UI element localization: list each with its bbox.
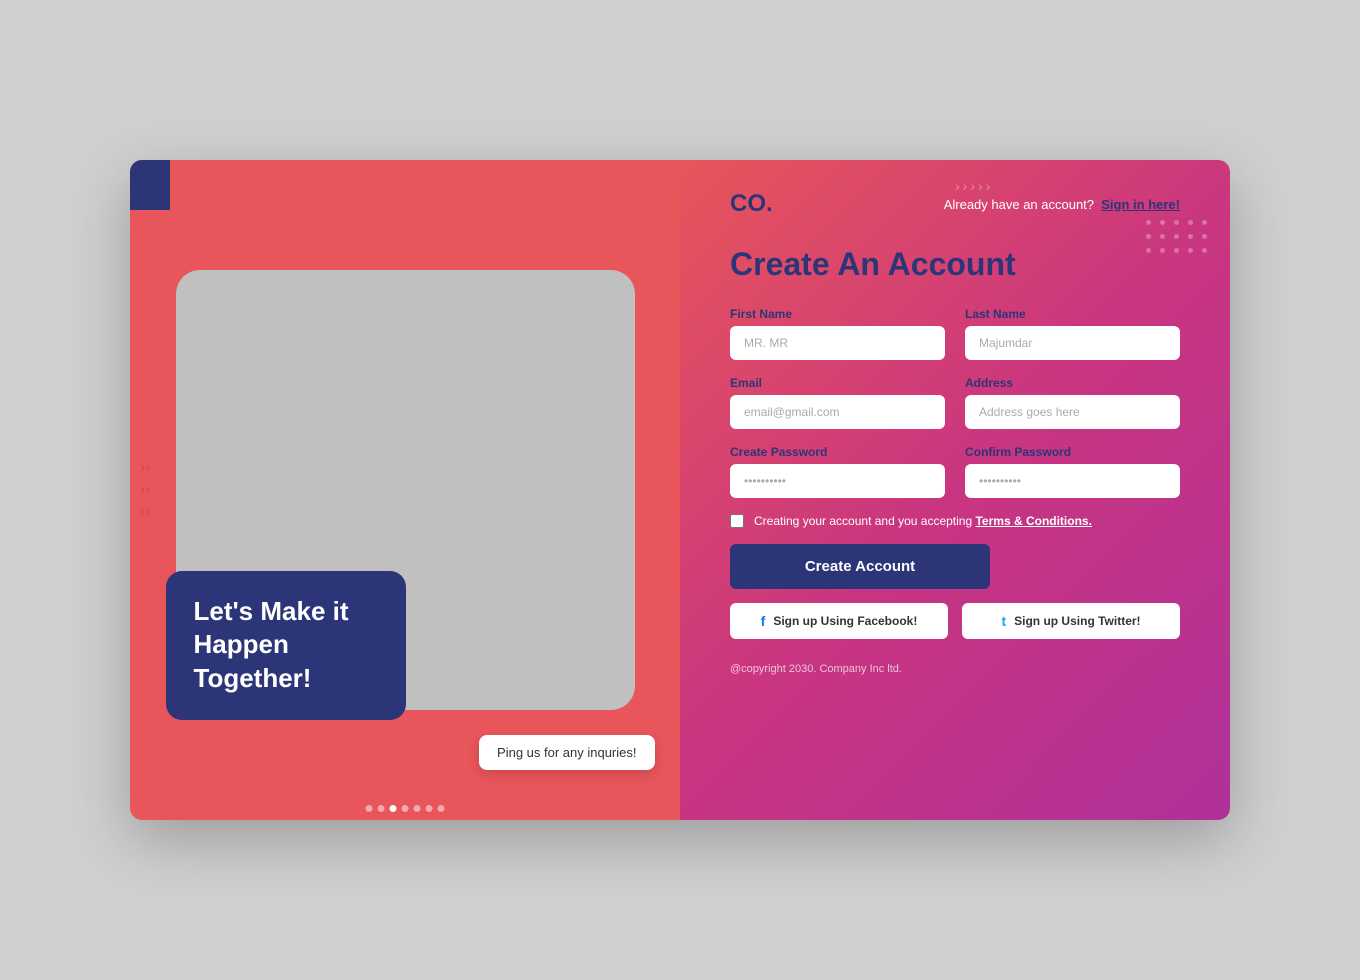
- confirm-password-label: Confirm Password: [965, 445, 1180, 459]
- email-field: Email: [730, 376, 945, 429]
- copyright-text: @copyright 2030. Company Inc ltd.: [730, 663, 1180, 675]
- email-input[interactable]: [730, 395, 945, 429]
- terms-text: Creating your account and you accepting …: [754, 514, 1092, 528]
- terms-link[interactable]: Terms & Conditions.: [975, 514, 1091, 528]
- address-input[interactable]: [965, 395, 1180, 429]
- dot-grid-decoration: [1146, 220, 1210, 256]
- first-name-input[interactable]: [730, 326, 945, 360]
- twitter-icon: t: [1001, 613, 1006, 629]
- dot-active: [390, 805, 397, 812]
- right-panel: › › › › › CO. Already have an account? S…: [680, 160, 1230, 820]
- chevron-icon: ››: [140, 503, 151, 521]
- right-header: CO. Already have an account? Sign in her…: [730, 190, 1180, 218]
- password-input[interactable]: [730, 464, 945, 498]
- social-buttons: f Sign up Using Facebook! t Sign up Usin…: [730, 603, 1180, 639]
- password-label: Create Password: [730, 445, 945, 459]
- chevron-icon: ››: [140, 459, 151, 477]
- address-field: Address: [965, 376, 1180, 429]
- last-name-field: Last Name: [965, 307, 1180, 360]
- chevron-icon: ››: [140, 481, 151, 499]
- image-card: Let's Make it Happen Together! Ping us f…: [176, 270, 635, 710]
- first-name-label: First Name: [730, 307, 945, 321]
- ping-bubble: Ping us for any inquries!: [479, 735, 654, 770]
- dot: [426, 805, 433, 812]
- first-name-field: First Name: [730, 307, 945, 360]
- form-title: Create An Account: [730, 246, 1180, 283]
- last-name-label: Last Name: [965, 307, 1180, 321]
- address-label: Address: [965, 376, 1180, 390]
- terms-checkbox-row: Creating your account and you accepting …: [730, 514, 1180, 528]
- hero-text-overlay: Let's Make it Happen Together!: [166, 571, 406, 720]
- dot: [402, 805, 409, 812]
- facebook-signup-button[interactable]: f Sign up Using Facebook!: [730, 603, 948, 639]
- sign-in-link[interactable]: Sign in here!: [1101, 197, 1180, 212]
- hero-headline: Let's Make it Happen Together!: [194, 595, 378, 696]
- already-account-text: Already have an account? Sign in here!: [944, 197, 1180, 212]
- logo: CO.: [730, 190, 773, 218]
- left-panel: ›› ›› ›› Let's Make it Happen Together! …: [130, 160, 680, 820]
- dot: [366, 805, 373, 812]
- last-name-input[interactable]: [965, 326, 1180, 360]
- main-card: ›› ›› ›› Let's Make it Happen Together! …: [130, 160, 1230, 820]
- confirm-password-input[interactable]: [965, 464, 1180, 498]
- carousel-dots: [366, 805, 445, 812]
- dot: [438, 805, 445, 812]
- form-grid: First Name Last Name Email Address Creat…: [730, 307, 1180, 498]
- dot: [414, 805, 421, 812]
- facebook-icon: f: [761, 613, 766, 629]
- dot: [378, 805, 385, 812]
- deco-chevrons: › › › › ›: [955, 178, 990, 194]
- password-field: Create Password: [730, 445, 945, 498]
- confirm-password-field: Confirm Password: [965, 445, 1180, 498]
- create-account-button[interactable]: Create Account: [730, 544, 990, 589]
- left-chevrons: ›› ›› ››: [140, 459, 151, 521]
- email-label: Email: [730, 376, 945, 390]
- twitter-signup-button[interactable]: t Sign up Using Twitter!: [962, 603, 1180, 639]
- terms-checkbox[interactable]: [730, 514, 744, 528]
